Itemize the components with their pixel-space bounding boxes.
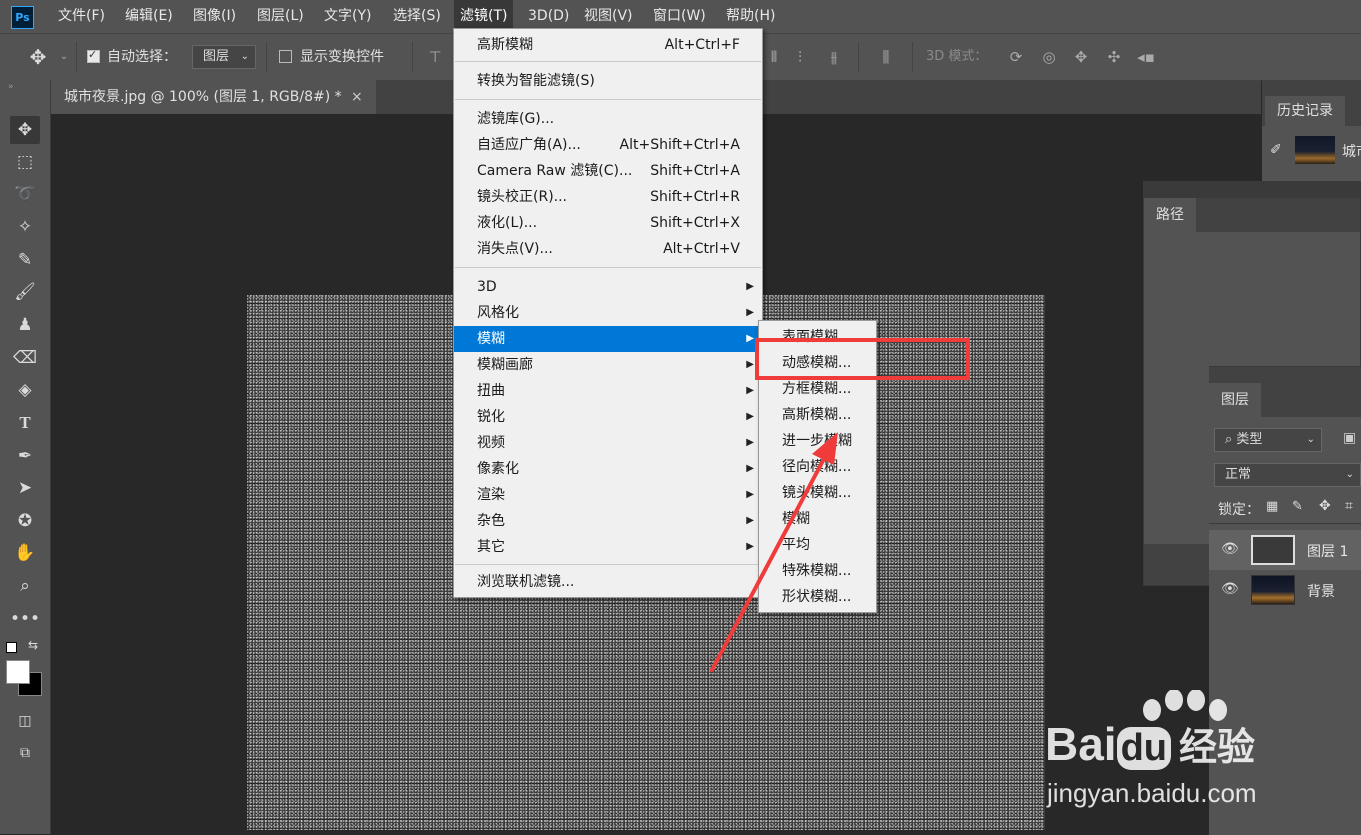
baidu-brand-text: Bai du 经验 [1045, 718, 1256, 770]
baidu-watermark: Bai du 经验 jingyan.baidu.com [1045, 690, 1345, 810]
annotation-arrow-line [710, 453, 828, 672]
annotation-arrow-head [812, 432, 838, 465]
baidu-url-text: jingyan.baidu.com [1047, 778, 1257, 808]
